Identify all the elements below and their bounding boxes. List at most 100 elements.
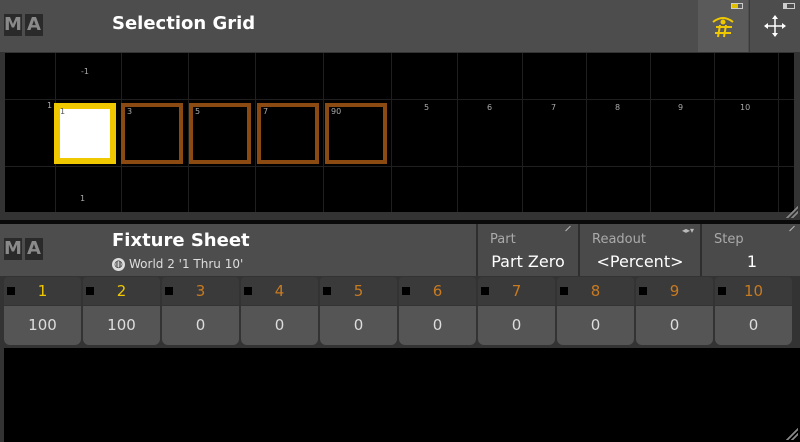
- fixture-value: 0: [748, 316, 759, 334]
- fixture-id-cell[interactable]: 10: [715, 277, 792, 305]
- step-value: 1: [746, 252, 758, 271]
- fixture-value-cell[interactable]: 100: [83, 306, 160, 345]
- fixture-value-cell[interactable]: 100: [4, 306, 81, 345]
- fixture-id-cell[interactable]: 1: [4, 277, 81, 305]
- fixture-id: 6: [432, 282, 443, 300]
- fixture-id: 3: [195, 282, 206, 300]
- fixture-id-cell[interactable]: 9: [636, 277, 713, 305]
- grid-column-label: 8: [615, 103, 621, 112]
- fixture-id: 9: [669, 282, 680, 300]
- move-arrows-icon: [764, 15, 786, 37]
- fixture-id-cell[interactable]: 2: [83, 277, 160, 305]
- globe-icon: ◍: [112, 257, 125, 271]
- fixture-id: 2: [116, 282, 127, 300]
- fixture-value: 0: [274, 316, 285, 334]
- ma-logo: M A: [4, 238, 43, 260]
- grid-axis-label-bottom: 1: [80, 194, 86, 203]
- move-indicator: [783, 3, 795, 9]
- readout-param-button[interactable]: Readout <Percent> ◂▸▾: [578, 224, 700, 276]
- resize-handle[interactable]: [786, 206, 798, 218]
- fixture-id-cell[interactable]: 7: [478, 277, 555, 305]
- fixture-id: 5: [353, 282, 364, 300]
- grid-cell[interactable]: 5: [189, 103, 251, 164]
- fixture-7[interactable]: 70: [478, 277, 555, 345]
- fixture-sheet-window: M A Fixture Sheet ◍ World 2 '1 Thru 10' …: [0, 224, 800, 442]
- cycle-arrows-icon: ◂▸▾: [681, 226, 694, 235]
- part-value: Part Zero: [491, 252, 565, 271]
- fixture-value-cell[interactable]: 0: [320, 306, 397, 345]
- selection-grid-title: Selection Grid: [112, 13, 256, 34]
- logo-letter-a: A: [25, 238, 43, 260]
- selection-grid-window: M A Selection Grid -1 1 1 1 3 5 7 90 5 6…: [0, 0, 800, 220]
- fixture-value: 0: [432, 316, 443, 334]
- logo-letter-m: M: [4, 14, 22, 36]
- grid-column-label: 10: [740, 103, 751, 112]
- fixture-value-cell[interactable]: 0: [478, 306, 555, 345]
- fixture-value-cell[interactable]: 0: [636, 306, 713, 345]
- fixture-3[interactable]: 30: [162, 277, 239, 345]
- edit-corner-icon: [565, 225, 576, 237]
- fixture-id: 4: [274, 282, 285, 300]
- fixture-id-cell[interactable]: 4: [241, 277, 318, 305]
- edit-corner-icon: [789, 225, 800, 237]
- grid-column-label: 6: [487, 103, 493, 112]
- grid-cell[interactable]: 90: [325, 103, 387, 164]
- fixture-list: 1 100 2 100 3 0 4 0 5 0 6 0 7 0 8 0 9 0 10 0: [4, 277, 800, 347]
- fixture-value: 0: [195, 316, 206, 334]
- move-view-button[interactable]: [749, 0, 800, 52]
- grid-cell-label: 5: [195, 107, 201, 116]
- fixture-sheet-title: Fixture Sheet: [112, 230, 250, 251]
- fixture-1[interactable]: 1 100: [4, 277, 81, 345]
- fixture-id-cell[interactable]: 8: [557, 277, 634, 305]
- fixture-value: 100: [107, 316, 136, 334]
- selection-grid-mode-button[interactable]: [698, 0, 748, 52]
- grid-cell-label: 90: [331, 107, 342, 116]
- logo-letter-a: A: [25, 14, 43, 36]
- selection-grid-icon: [712, 17, 734, 38]
- fixture-10[interactable]: 10 0: [715, 277, 792, 345]
- fixture-value-cell[interactable]: 0: [715, 306, 792, 345]
- grid-column-label: 7: [551, 103, 557, 112]
- fixture-id-cell[interactable]: 3: [162, 277, 239, 305]
- selection-grid-canvas[interactable]: -1 1 1 1 3 5 7 90 5 6 7 8 9 10: [5, 53, 794, 212]
- part-label: Part: [490, 232, 516, 247]
- selection-grid-titlebar: M A Selection Grid: [0, 0, 800, 52]
- grid-cell-selected[interactable]: 1: [54, 103, 116, 164]
- grid-cell[interactable]: 3: [121, 103, 183, 164]
- fixture-6[interactable]: 60: [399, 277, 476, 345]
- fixture-4[interactable]: 40: [241, 277, 318, 345]
- step-label: Step: [714, 232, 744, 247]
- fixture-id-cell[interactable]: 5: [320, 277, 397, 305]
- fixture-5[interactable]: 50: [320, 277, 397, 345]
- fixture-value-cell[interactable]: 0: [241, 306, 318, 345]
- fixture-value: 0: [669, 316, 680, 334]
- ma-logo: M A: [4, 14, 43, 36]
- fixture-9[interactable]: 90: [636, 277, 713, 345]
- mode-indicator: [731, 3, 743, 9]
- fixture-id-cell[interactable]: 6: [399, 277, 476, 305]
- world-indicator: ◍ World 2 '1 Thru 10': [112, 257, 243, 271]
- fixture-id: 10: [743, 282, 764, 300]
- fixture-2[interactable]: 2 100: [83, 277, 160, 345]
- fixture-value: 100: [28, 316, 57, 334]
- grid-column-label: 9: [678, 103, 684, 112]
- grid-axis-label-top: -1: [81, 67, 89, 76]
- grid-cell-label: 3: [127, 107, 133, 116]
- fixture-sheet-titlebar: M A Fixture Sheet ◍ World 2 '1 Thru 10' …: [0, 224, 800, 276]
- fixture-value: 0: [590, 316, 601, 334]
- fixture-id: 8: [590, 282, 601, 300]
- grid-cell-label: 1: [60, 107, 66, 116]
- grid-axis-label-left: 1: [47, 101, 53, 110]
- fixture-value-cell[interactable]: 0: [557, 306, 634, 345]
- fixture-value-cell[interactable]: 0: [162, 306, 239, 345]
- fixture-value: 0: [511, 316, 522, 334]
- fixture-id: 1: [37, 282, 48, 300]
- fixture-8[interactable]: 80: [557, 277, 634, 345]
- resize-handle[interactable]: [786, 428, 798, 440]
- grid-column-label: 5: [424, 103, 430, 112]
- grid-cell[interactable]: 7: [257, 103, 319, 164]
- step-param-button[interactable]: Step 1: [700, 224, 800, 276]
- fixture-id: 7: [511, 282, 522, 300]
- fixture-value-cell[interactable]: 0: [399, 306, 476, 345]
- part-param-button[interactable]: Part Part Zero: [476, 224, 578, 276]
